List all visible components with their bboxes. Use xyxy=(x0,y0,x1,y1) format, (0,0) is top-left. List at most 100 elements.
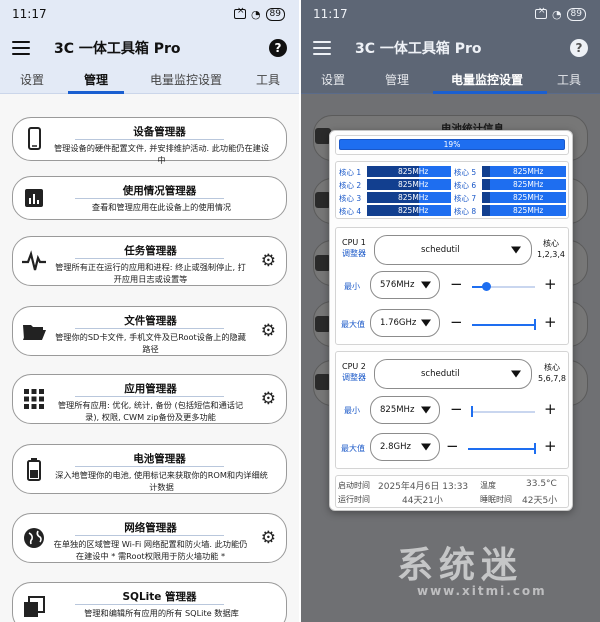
cpu2-min-increase-button[interactable]: + xyxy=(544,402,557,417)
card-title: 电池管理器 xyxy=(133,453,186,465)
card-desc: 在单独的区域管理 Wi-Fi 网络配置和防火墙. 此功能仍在建设中 * 需Roo… xyxy=(53,539,248,561)
cpu1-min-slider[interactable] xyxy=(472,282,535,291)
battery-icon: 89 xyxy=(566,7,586,21)
usage-manager-card[interactable]: 使用情况管理器 查看和管理应用在此设备上的使用情况 xyxy=(12,176,287,220)
gear-icon[interactable]: ⚙ xyxy=(261,251,276,271)
menu-icon[interactable] xyxy=(313,41,331,55)
core-load-bar: 825MHz xyxy=(367,179,451,190)
battery-manager-card[interactable]: 电池管理器 深入地管理你的电池, 使用标记来获取你的ROM和内详细统计数据 xyxy=(12,444,287,494)
card-desc: 管理所有正在运行的应用和进程: 终止或强制停止, 打开应用日志或设置等 xyxy=(55,262,246,284)
boot-time-value: 2025年4月6日 13:33 xyxy=(378,482,469,492)
core-freq: 825MHz xyxy=(513,206,544,215)
card-desc: 查看和管理应用在此设备上的使用情况 xyxy=(91,202,232,212)
card-title: 使用情况管理器 xyxy=(122,185,197,197)
overall-load-section: 19% xyxy=(335,135,569,155)
watermark-url: www.xitmi.com xyxy=(417,584,547,598)
cpu1-max-increase-button[interactable]: + xyxy=(544,315,557,330)
cpu1-cores-label: 核心 xyxy=(543,239,559,248)
card-title: 设备管理器 xyxy=(133,126,186,138)
cpu2-min-decrease-button[interactable]: − xyxy=(450,402,463,417)
help-icon[interactable]: ? xyxy=(570,39,588,57)
globe-icon xyxy=(24,528,44,548)
menu-icon[interactable] xyxy=(12,41,30,55)
card-title: 应用管理器 xyxy=(124,383,177,395)
device-manager-card[interactable]: 设备管理器 管理设备的硬件配置文件, 并安排维护活动. 此功能仍在建设中 xyxy=(12,117,287,165)
progress-label: 19% xyxy=(443,140,461,149)
core-label: 核心 1 xyxy=(339,168,362,177)
tab-manage[interactable]: 管理 xyxy=(385,71,409,88)
tab-battery-monitor[interactable]: 电量监控设置 xyxy=(150,71,222,88)
task-manager-card[interactable]: 任务管理器 管理所有正在运行的应用和进程: 终止或强制停止, 打开应用日志或设置… xyxy=(12,236,287,286)
sqlite-manager-card[interactable]: SQLite 管理器 管理和编辑所有应用的所有 SQLite 数据库 xyxy=(12,582,287,622)
status-time: 11:17 xyxy=(313,7,348,21)
cpu1-governor-select[interactable]: schedutil xyxy=(374,235,532,265)
core-label: 核心 7 xyxy=(454,194,477,203)
cpu1-max-decrease-button[interactable]: − xyxy=(450,315,463,330)
wifi-icon: ◔ xyxy=(551,7,562,21)
cpu2-min-slider[interactable] xyxy=(471,406,535,417)
cpu1-max-select[interactable]: 1.76GHz xyxy=(370,309,440,337)
core-load-bar: 825MHz xyxy=(482,179,566,190)
wifi-icon: ◔ xyxy=(250,7,261,21)
gear-icon[interactable]: ⚙ xyxy=(261,321,276,341)
cpu2-max-decrease-button[interactable]: − xyxy=(446,439,459,454)
core-load-bar: 825MHz xyxy=(482,166,566,177)
cpu1-min-select[interactable]: 576MHz xyxy=(370,271,440,299)
card-title: 网络管理器 xyxy=(124,522,177,534)
help-icon[interactable]: ? xyxy=(269,39,287,57)
tab-battery-monitor[interactable]: 电量监控设置 xyxy=(451,71,523,88)
cpu1-min-decrease-button[interactable]: − xyxy=(450,277,463,292)
card-divider xyxy=(75,466,224,467)
left-screen: 11:17 ◔ 89 3C 一体工具箱 Pro ? 设置 管理 电量监控设置 工… xyxy=(0,0,299,622)
gear-icon[interactable]: ⚙ xyxy=(261,528,276,548)
file-manager-card[interactable]: 文件管理器 管理你的SD卡文件, 手机文件及已Root设备上的隐藏路径 ⚙ xyxy=(12,306,287,356)
core-load-bar: 825MHz xyxy=(367,192,451,203)
temperature-label: 温度 xyxy=(480,481,496,490)
cpu1-name: CPU 1 xyxy=(342,238,366,247)
tab-tools[interactable]: 工具 xyxy=(557,71,581,88)
cpu1-min-increase-button[interactable]: + xyxy=(544,277,557,292)
app-bar: 3C 一体工具箱 Pro ? xyxy=(0,28,299,68)
cpu2-max-slider[interactable] xyxy=(468,443,536,454)
cpu1-max-slider[interactable] xyxy=(472,319,536,330)
cpu1-governor-label: 调整器 xyxy=(342,249,366,258)
notification-off-icon xyxy=(534,6,547,19)
phone-icon xyxy=(28,127,41,150)
app-bar: 3C 一体工具箱 Pro ? xyxy=(301,28,600,68)
status-bar: 11:17 ◔ 89 xyxy=(301,0,600,28)
cpu1-min-value: 576MHz xyxy=(380,280,415,290)
network-manager-card[interactable]: 网络管理器 在单独的区域管理 Wi-Fi 网络配置和防火墙. 此功能仍在建设中 … xyxy=(12,513,287,563)
cpu2-governor-label: 调整器 xyxy=(342,373,366,382)
tab-tools[interactable]: 工具 xyxy=(256,71,280,88)
core-freq: 825MHz xyxy=(398,193,429,202)
cpu2-header: CPU 2 调整器 xyxy=(342,361,366,383)
tab-manage[interactable]: 管理 xyxy=(84,71,108,88)
sleep-time-value: 42天5小 xyxy=(522,496,558,506)
folder-open-icon xyxy=(23,325,46,340)
tab-settings[interactable]: 设置 xyxy=(321,71,345,88)
copy-icon xyxy=(24,596,45,617)
app-manager-card[interactable]: 应用管理器 管理所有应用: 优化, 统计, 备份 (包括短信和通话记录), 权限… xyxy=(12,374,287,424)
top-band: 11:17 ◔ 89 3C 一体工具箱 Pro ? 设置 管理 电量监控设置 工… xyxy=(301,0,600,94)
core-freq: 825MHz xyxy=(513,193,544,202)
chevron-down-icon xyxy=(421,406,431,414)
core-label: 核心 3 xyxy=(339,194,362,203)
core-label: 核心 6 xyxy=(454,181,477,190)
tab-bar: 设置 管理 电量监控设置 工具 xyxy=(0,68,299,94)
tab-settings[interactable]: 设置 xyxy=(20,71,44,88)
right-screen: 11:17 ◔ 89 3C 一体工具箱 Pro ? 设置 管理 电量监控设置 工… xyxy=(301,0,600,622)
cpu2-max-increase-button[interactable]: + xyxy=(544,439,557,454)
cpu1-governor-value: schedutil xyxy=(421,245,460,255)
overall-cpu-progress: 19% xyxy=(339,139,565,150)
cpu2-max-select[interactable]: 2.8GHz xyxy=(370,433,440,461)
cpu-monitor-dialog: 19% 核心 1 825MHz 核心 2 825MHz 核心 3 825MHz 核心 4 82… xyxy=(329,130,573,511)
cpu2-min-select[interactable]: 825MHz xyxy=(370,396,440,424)
core-load-bar: 825MHz xyxy=(367,205,451,216)
gear-icon[interactable]: ⚙ xyxy=(261,389,276,409)
card-divider xyxy=(75,535,224,536)
status-icons: ◔ 89 xyxy=(233,6,285,21)
cpu1-max-label: 最大值 xyxy=(341,320,365,329)
cpu2-governor-select[interactable]: schedutil xyxy=(374,359,532,389)
core-load-fill xyxy=(482,192,490,203)
card-divider xyxy=(75,139,224,140)
